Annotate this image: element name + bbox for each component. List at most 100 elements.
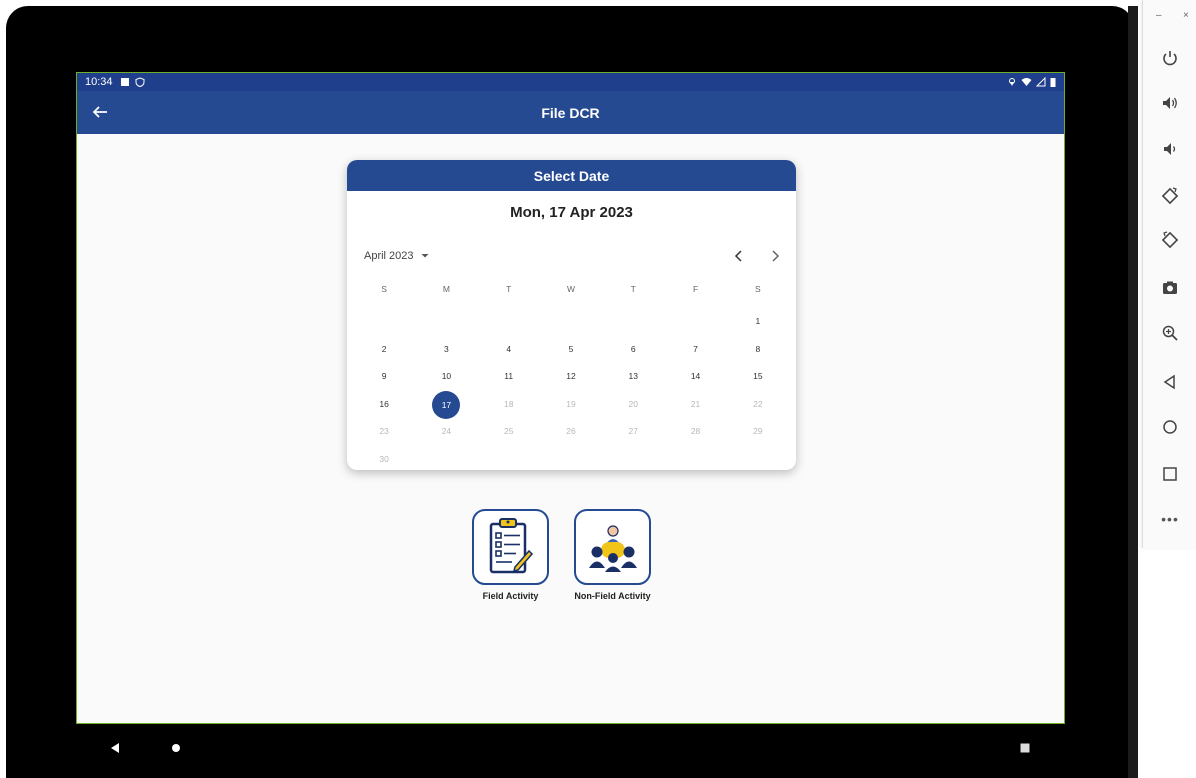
calendar-days: 1 2 3 4 5 6 7 8 9 10 11 12 13 14 15 16 17 18 19 20 21 22 23 24 2…: [353, 308, 789, 470]
day-number: 19: [566, 398, 576, 409]
activity-options: Field Activity Non-Field Activity: [472, 509, 672, 609]
camera-icon: [1163, 281, 1177, 294]
volume-down-button[interactable]: [1158, 137, 1182, 161]
calendar-day[interactable]: 1: [727, 308, 789, 336]
emulator-back-button[interactable]: [1158, 370, 1182, 394]
calendar-day: 27: [602, 418, 664, 446]
day-number: 2: [381, 343, 387, 354]
calendar-day[interactable]: 12: [540, 363, 602, 391]
calendar-day[interactable]: 5: [540, 336, 602, 364]
calendar-empty-cell: [478, 308, 540, 336]
calendar-empty-cell: [353, 308, 415, 336]
calendar-day[interactable]: 6: [602, 336, 664, 364]
weekday-label: S: [754, 284, 761, 294]
calendar-day[interactable]: 7: [664, 336, 726, 364]
more-icon[interactable]: •••: [1158, 507, 1182, 531]
home-circle-icon: [172, 744, 180, 752]
field-activity-label: Field Activity: [482, 591, 539, 601]
calendar-week-row: 30: [353, 446, 789, 471]
zoom-button[interactable]: [1158, 321, 1182, 345]
day-number: 8: [755, 343, 761, 354]
calendar-empty-cell: [540, 446, 602, 471]
zoom-icon: [1162, 325, 1178, 341]
nav-recents-button[interactable]: [1019, 741, 1031, 759]
emulator-home-button[interactable]: [1158, 415, 1182, 439]
day-number: 14: [690, 371, 701, 381]
calendar-day-selected[interactable]: 17: [415, 390, 477, 419]
day-number: 12: [566, 371, 576, 381]
non-field-activity-button[interactable]: Non-Field Activity: [574, 509, 651, 601]
shield-icon: [135, 77, 145, 88]
battery-icon: [1050, 78, 1056, 87]
day-number: 15: [753, 371, 763, 381]
calendar-day[interactable]: 4: [478, 336, 540, 364]
day-number: 5: [568, 343, 574, 354]
chevron-right-icon: [772, 250, 780, 262]
weekday-header-row: SMTWTFS: [353, 280, 789, 308]
day-number: 10: [441, 371, 452, 381]
field-activity-tile: [472, 509, 549, 585]
notification-icon: [120, 78, 129, 86]
date-picker-header: Select Date: [347, 160, 796, 191]
calendar-day[interactable]: 10: [415, 363, 477, 391]
non-field-activity-label: Non-Field Activity: [574, 591, 651, 601]
nav-back-button[interactable]: [109, 741, 121, 759]
close-icon[interactable]: ×: [1183, 10, 1189, 21]
previous-month-button[interactable]: [731, 248, 747, 264]
status-time: 10:34: [85, 76, 113, 88]
wifi-icon: [1021, 78, 1032, 86]
rotate-right-button[interactable]: [1158, 228, 1182, 252]
volume-up-button[interactable]: [1158, 91, 1182, 115]
clipboard-checklist-icon: [489, 518, 533, 574]
weekday-label: S: [381, 284, 387, 294]
calendar-day: 25: [478, 418, 540, 446]
dropdown-arrow-icon: [421, 254, 429, 258]
day-number: 25: [503, 426, 514, 436]
calendar-day[interactable]: 9: [353, 363, 415, 391]
calendar-day: 30: [353, 446, 415, 471]
next-month-button[interactable]: [767, 248, 783, 264]
volume-up-icon: [1163, 97, 1177, 109]
field-activity-button[interactable]: Field Activity: [472, 509, 549, 601]
back-arrow-icon[interactable]: [89, 101, 111, 123]
calendar-day[interactable]: 15: [727, 363, 789, 391]
calendar-empty-cell: [415, 446, 477, 471]
weekday-label: T: [506, 284, 512, 294]
day-number: 26: [566, 426, 576, 436]
minimize-icon[interactable]: –: [1156, 10, 1162, 21]
day-number: 23: [379, 426, 389, 436]
day-number: 29: [753, 426, 763, 436]
day-number: 7: [693, 343, 698, 354]
day-number: 20: [628, 398, 638, 409]
calendar-day[interactable]: 14: [664, 363, 726, 391]
meeting-group-icon: [588, 525, 637, 572]
nav-home-button[interactable]: [170, 741, 182, 759]
month-label: April 2023: [364, 250, 414, 262]
calendar-day[interactable]: 8: [727, 336, 789, 364]
day-number: 3: [444, 343, 449, 354]
power-button[interactable]: [1158, 46, 1182, 70]
calendar-day: 22: [727, 391, 789, 419]
non-field-activity-tile: [574, 509, 651, 585]
day-number: 21: [690, 398, 701, 409]
day-number: 9: [381, 371, 387, 381]
day-number: 6: [630, 343, 636, 354]
date-picker-card: Select Date Mon, 17 Apr 2023 April 2023 …: [347, 160, 796, 470]
calendar-day[interactable]: 2: [353, 336, 415, 364]
calendar-day[interactable]: 16: [353, 391, 415, 419]
calendar-week-row: 16 17 18 19 20 21 22: [353, 390, 789, 419]
rotate-left-icon: [1161, 187, 1179, 205]
rotate-left-button[interactable]: [1158, 184, 1182, 208]
calendar-day[interactable]: 13: [602, 363, 664, 391]
emulator-overview-button[interactable]: [1158, 462, 1182, 486]
calendar-day[interactable]: 3: [415, 336, 477, 364]
calendar-week-row: 23 24 25 26 27 28 29: [353, 418, 789, 446]
calendar-day[interactable]: 11: [478, 363, 540, 391]
weekday-label: F: [692, 284, 699, 294]
day-number: 30: [379, 453, 389, 464]
back-icon: [1163, 374, 1175, 390]
calendar-empty-cell: [727, 446, 789, 471]
device-edge: [1128, 6, 1138, 778]
month-dropdown[interactable]: April 2023: [364, 250, 430, 262]
screenshot-button[interactable]: [1158, 276, 1182, 300]
